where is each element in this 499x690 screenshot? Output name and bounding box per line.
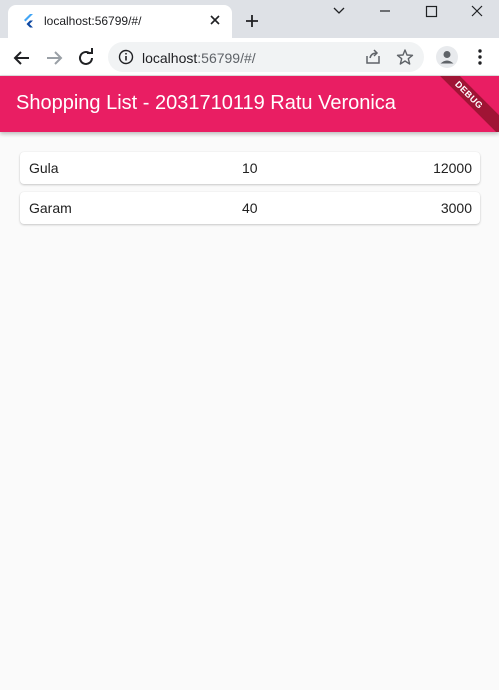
url-path: :56799/#/ <box>197 50 256 66</box>
item-quantity: 10 <box>242 160 258 176</box>
bookmark-star-icon[interactable] <box>396 48 414 66</box>
tab-strip: localhost:56799/#/ <box>0 0 499 38</box>
close-window-icon[interactable] <box>453 0 499 24</box>
tab-search-icon[interactable] <box>316 0 362 24</box>
minimize-icon[interactable] <box>362 0 408 24</box>
share-icon[interactable] <box>364 48 382 66</box>
list-item[interactable]: Gula 10 12000 <box>20 152 480 184</box>
shopping-list: Gula 10 12000 Garam 40 3000 <box>20 152 480 232</box>
item-price: 12000 <box>433 160 472 176</box>
item-name: Gula <box>29 160 59 176</box>
list-item[interactable]: Garam 40 3000 <box>20 192 480 224</box>
browser-toolbar: localhost:56799/#/ <box>0 38 499 76</box>
tab-title: localhost:56799/#/ <box>44 14 142 28</box>
app-bar: Shopping List - 2031710119 Ratu Veronica… <box>0 76 499 132</box>
more-options-icon[interactable] <box>470 46 490 68</box>
profile-avatar-icon[interactable] <box>436 46 458 68</box>
item-price: 3000 <box>440 200 472 216</box>
back-icon[interactable] <box>10 46 34 70</box>
site-info-icon[interactable] <box>118 49 134 65</box>
forward-icon[interactable] <box>42 46 66 70</box>
flutter-icon <box>24 14 33 28</box>
new-tab-icon[interactable] <box>242 11 262 31</box>
reload-icon[interactable] <box>74 46 98 70</box>
close-tab-icon[interactable] <box>206 11 224 29</box>
item-quantity: 40 <box>242 200 258 216</box>
url-host: localhost <box>142 50 198 66</box>
browser-tab[interactable]: localhost:56799/#/ <box>8 5 232 38</box>
address-bar[interactable]: localhost:56799/#/ <box>108 42 424 72</box>
maximize-icon[interactable] <box>408 0 454 24</box>
page-title: Shopping List - 2031710119 Ratu Veronica <box>16 92 396 114</box>
debug-banner: DEBUG <box>421 76 499 132</box>
item-name: Garam <box>29 200 72 216</box>
url-text: localhost:56799/#/ <box>142 50 256 66</box>
